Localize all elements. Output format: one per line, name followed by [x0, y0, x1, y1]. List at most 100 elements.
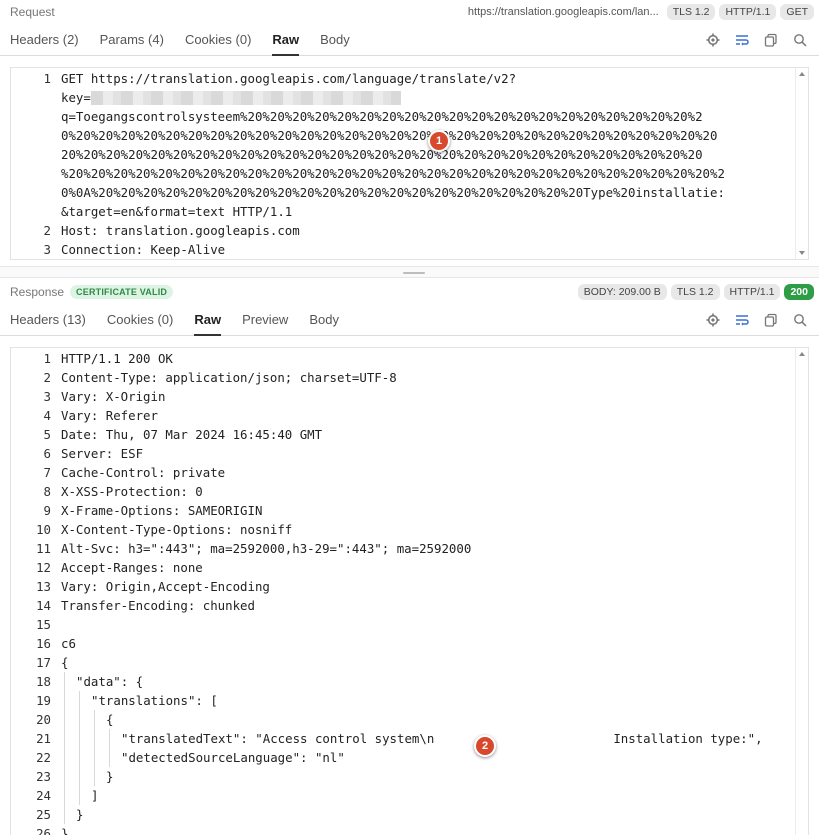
line-number: 14 [36, 598, 51, 613]
request-raw-editor[interactable]: 1 GET https://translation.googleapis.com/… [10, 67, 809, 260]
indent-guide [76, 786, 91, 805]
line-text: Connection: Keep-Alive [61, 242, 226, 257]
tab-request-headers[interactable]: Headers (2) [10, 24, 79, 56]
code-line: 15 [11, 615, 795, 634]
response-http-badge: HTTP/1.1 [723, 284, 781, 300]
line-number: 26 [36, 826, 51, 835]
indent-guide [61, 748, 76, 767]
line-number: 3 [43, 389, 51, 404]
request-scrollbar[interactable] [795, 68, 808, 259]
word-wrap-icon[interactable] [734, 312, 750, 328]
tab-response-preview[interactable]: Preview [242, 304, 288, 336]
line-text: Vary: X-Origin [61, 389, 166, 404]
code-line: 8 X-XSS-Protection: 0 [11, 482, 795, 501]
code-line: 3 Connection: Keep-Alive [11, 240, 795, 259]
tab-response-body[interactable]: Body [309, 304, 339, 336]
line-text: "data": { [76, 674, 144, 689]
copy-icon[interactable] [763, 32, 779, 48]
request-http-badge: HTTP/1.1 [719, 4, 777, 20]
response-body-size-badge: BODY: 209.00 B [577, 284, 667, 300]
code-line: 1 HTTP/1.1 200 OK [11, 349, 795, 368]
request-method-badge: GET [780, 4, 814, 20]
annotation-marker: 2 [474, 735, 496, 757]
response-tab-bar: Headers (13) Cookies (0) Raw Preview Bod… [0, 304, 819, 336]
code-line: 20 { [11, 710, 795, 729]
indent-guide [91, 767, 106, 786]
line-number: 22 [36, 750, 51, 765]
indent-guide [76, 748, 91, 767]
code-line: 4 Vary: Referer [11, 406, 795, 425]
tab-response-raw[interactable]: Raw [194, 304, 221, 336]
search-icon[interactable] [792, 312, 808, 328]
indent-guide [91, 748, 106, 767]
indent-guide [76, 691, 91, 710]
tab-request-raw[interactable]: Raw [272, 24, 299, 56]
tab-request-cookies[interactable]: Cookies (0) [185, 24, 251, 56]
line-number: 10 [36, 522, 51, 537]
request-title-bar: Request https://translation.googleapis.c… [0, 0, 819, 24]
search-icon[interactable] [792, 32, 808, 48]
scroll-up-arrow-icon[interactable] [799, 72, 805, 76]
line-number: 1 [43, 71, 51, 86]
settings-gear-icon[interactable] [705, 312, 721, 328]
line-text: X-Content-Type-Options: nosniff [61, 522, 293, 537]
line-number: 18 [36, 674, 51, 689]
code-line: 14 Transfer-Encoding: chunked [11, 596, 795, 615]
code-line: 5 Date: Thu, 07 Mar 2024 16:45:40 GMT [11, 425, 795, 444]
scroll-up-arrow-icon[interactable] [799, 352, 805, 356]
code-line: 9 X-Frame-Options: SAMEORIGIN [11, 501, 795, 520]
word-wrap-icon[interactable] [734, 32, 750, 48]
tab-request-params[interactable]: Params (4) [100, 24, 164, 56]
line-text: ] [91, 788, 99, 803]
line-number: 23 [36, 769, 51, 784]
indent-guide [76, 767, 91, 786]
indent-guide [91, 710, 106, 729]
code-line: key= [11, 88, 795, 107]
annotation-marker: 1 [428, 130, 450, 152]
line-number: 2 [43, 223, 51, 238]
line-number: 5 [43, 427, 51, 442]
line-text: Vary: Referer [61, 408, 158, 423]
line-text: "detectedSourceLanguage": "nl" [121, 750, 345, 765]
indent-guide [61, 805, 76, 824]
splitter-grip-handle[interactable] [403, 272, 425, 274]
indent-guide [61, 691, 76, 710]
line-text: X-XSS-Protection: 0 [61, 484, 203, 499]
tab-response-headers[interactable]: Headers (13) [10, 304, 86, 336]
response-title-bar: Response CERTIFICATE VALID BODY: 209.00 … [0, 280, 819, 304]
response-raw-editor[interactable]: 1 HTTP/1.1 200 OK 2 Content-Type: applicat… [10, 347, 809, 835]
line-number: 24 [36, 788, 51, 803]
code-line: 20%20%20%20%20%20%20%20%20%20%20%20%20%2… [11, 145, 795, 164]
code-line: 26} [11, 824, 795, 835]
pane-splitter[interactable] [0, 266, 819, 278]
request-tls-badge: TLS 1.2 [666, 4, 716, 20]
line-text: %20%20%20%20%20%20%20%20%20%20%20%20%20%… [61, 166, 725, 181]
line-number: 15 [36, 617, 51, 632]
request-title: Request [10, 5, 55, 19]
line-text: } [76, 807, 84, 822]
code-line: 2 Content-Type: application/json; charset… [11, 368, 795, 387]
code-line: q=Toegangscontrolsysteem%20%20%20%20%20%… [11, 107, 795, 126]
scroll-down-arrow-icon[interactable] [799, 251, 805, 255]
code-line: 12 Accept-Ranges: none [11, 558, 795, 577]
response-scrollbar[interactable] [795, 348, 808, 835]
line-number: 9 [43, 503, 51, 518]
line-text: Server: ESF [61, 446, 144, 461]
code-line: 6 Server: ESF [11, 444, 795, 463]
response-tls-badge: TLS 1.2 [670, 284, 720, 300]
code-line: 11 Alt-Svc: h3=":443"; ma=2592000,h3-29="… [11, 539, 795, 558]
code-line: 24] [11, 786, 795, 805]
line-number: 2 [43, 370, 51, 385]
line-number: 8 [43, 484, 51, 499]
line-text: X-Frame-Options: SAMEORIGIN [61, 503, 263, 518]
response-status-badge: 200 [784, 284, 814, 300]
response-title: Response [10, 285, 65, 299]
certificate-valid-badge: CERTIFICATE VALID [70, 285, 174, 299]
code-line: 18 "data": { [11, 672, 795, 691]
settings-gear-icon[interactable] [705, 32, 721, 48]
code-line: 0%0A%20%20%20%20%20%20%20%20%20%20%20%20… [11, 183, 795, 202]
indent-guide [91, 729, 106, 748]
copy-icon[interactable] [763, 312, 779, 328]
tab-request-body[interactable]: Body [320, 24, 350, 56]
tab-response-cookies[interactable]: Cookies (0) [107, 304, 173, 336]
